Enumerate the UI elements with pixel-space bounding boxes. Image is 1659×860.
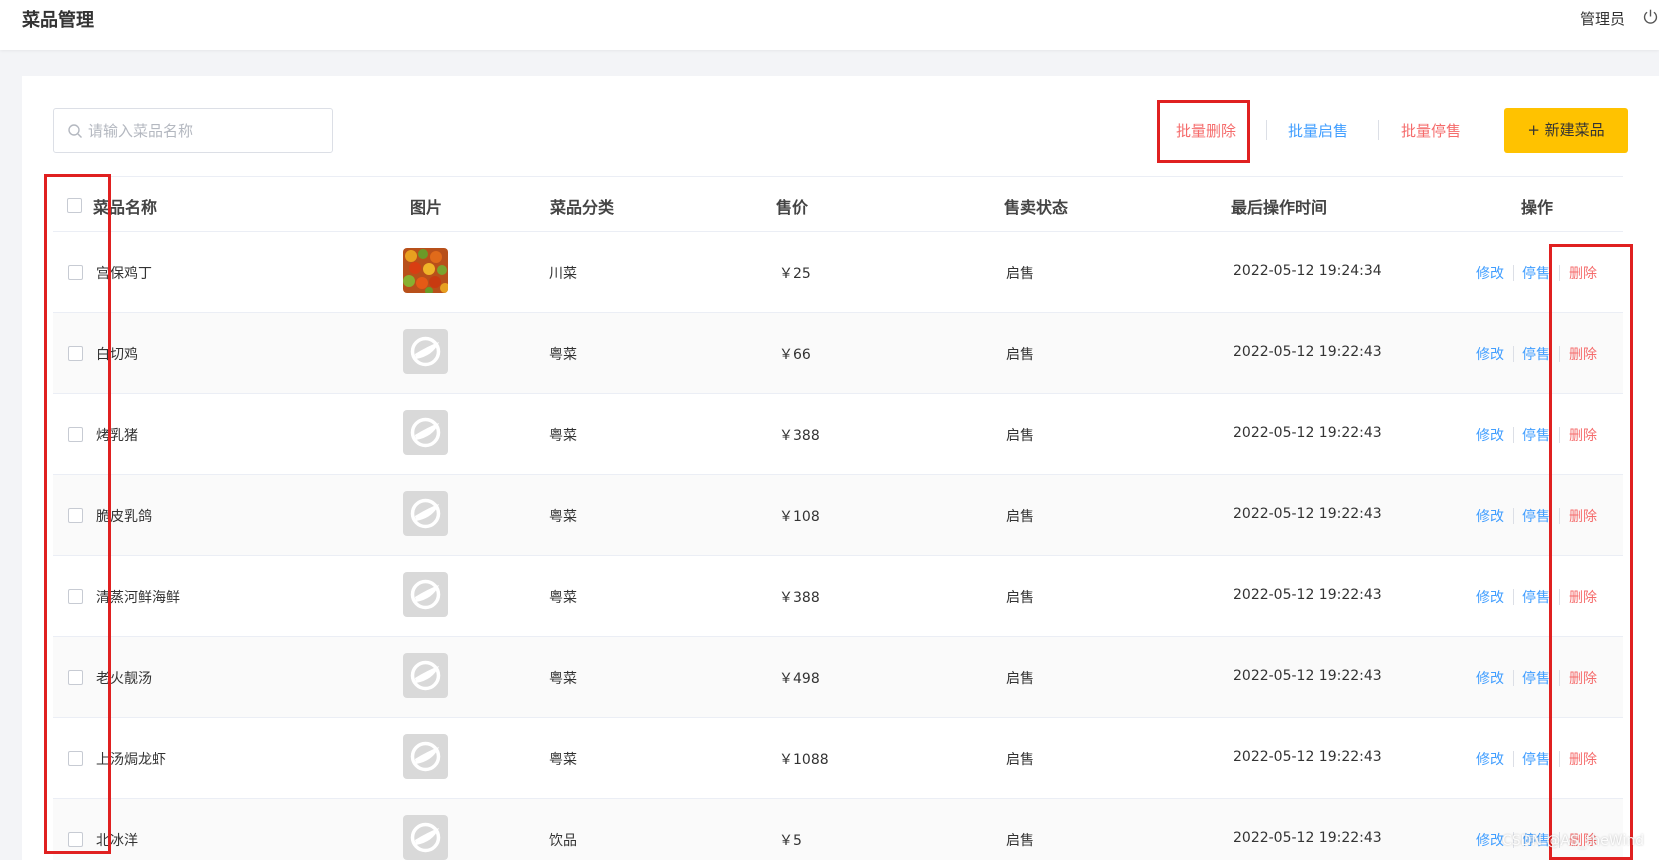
edit-link[interactable]: 修改 [1476, 263, 1504, 283]
annotation-box-delete-column [1549, 244, 1633, 860]
placeholder-logo-icon [403, 653, 448, 698]
dish-price: ￥25 [779, 266, 811, 282]
edit-link[interactable]: 修改 [1476, 344, 1504, 364]
toggle-sale-link[interactable]: 停售 [1522, 668, 1550, 688]
table-row: 北冰洋 饮品 ￥5 启售 2022-05-12 19:22:43 修改 停售 删… [53, 799, 1623, 860]
dish-updated-time: 2022-05-12 19:22:43 [1233, 587, 1382, 603]
dish-updated-time: 2022-05-12 19:22:43 [1233, 668, 1382, 684]
action-divider [1513, 346, 1514, 362]
toggle-sale-link[interactable]: 停售 [1522, 344, 1550, 364]
toggle-sale-link[interactable]: 停售 [1522, 749, 1550, 769]
edit-link[interactable]: 修改 [1476, 587, 1504, 607]
dish-price: ￥498 [779, 671, 820, 687]
dish-updated-time: 2022-05-12 19:22:43 [1233, 344, 1382, 360]
dish-status: 启售 [1006, 509, 1034, 525]
table-row: 宫保鸡丁 川菜 ￥25 启售 2022-05-12 19:24:34 修改 停售… [53, 232, 1623, 313]
edit-link[interactable]: 修改 [1476, 506, 1504, 526]
table-row: 老火靓汤 粤菜 ￥498 启售 2022-05-12 19:22:43 修改 停… [53, 637, 1623, 718]
table-row: 上汤焗龙虾 粤菜 ￥1088 启售 2022-05-12 19:22:43 修改… [53, 718, 1623, 799]
dish-category: 粤菜 [549, 509, 577, 525]
dish-price: ￥66 [779, 347, 811, 363]
column-header-category: 菜品分类 [550, 198, 615, 217]
dish-status: 启售 [1006, 833, 1034, 849]
new-dish-button[interactable]: + 新建菜品 [1504, 108, 1628, 153]
action-divider [1513, 589, 1514, 605]
edit-link[interactable]: 修改 [1476, 668, 1504, 688]
column-header-price: 售价 [776, 198, 809, 217]
dish-price: ￥1088 [779, 752, 829, 768]
placeholder-logo-icon [403, 815, 448, 860]
column-header-status: 售卖状态 [1004, 198, 1069, 217]
annotation-box-batch-delete [1157, 100, 1250, 163]
toggle-sale-link[interactable]: 停售 [1522, 587, 1550, 607]
dish-updated-time: 2022-05-12 19:24:34 [1233, 263, 1382, 279]
dish-status: 启售 [1006, 671, 1034, 687]
action-divider [1513, 508, 1514, 524]
top-bar: 菜品管理 管理员 [0, 0, 1659, 50]
search-input[interactable] [88, 113, 324, 149]
dish-category: 粤菜 [549, 590, 577, 606]
action-divider [1513, 670, 1514, 686]
placeholder-logo-icon [403, 572, 448, 617]
column-header-actions: 操作 [1521, 198, 1554, 217]
dish-price: ￥108 [779, 509, 820, 525]
table-row: 白切鸡 粤菜 ￥66 启售 2022-05-12 19:22:43 修改 停售 … [53, 313, 1623, 394]
placeholder-logo-icon [403, 410, 448, 455]
dish-category: 粤菜 [549, 671, 577, 687]
action-divider [1513, 427, 1514, 443]
column-header-updated: 最后操作时间 [1231, 198, 1328, 217]
toggle-sale-link[interactable]: 停售 [1522, 425, 1550, 445]
dish-updated-time: 2022-05-12 19:22:43 [1233, 830, 1382, 846]
table-row: 脆皮乳鸽 粤菜 ￥108 启售 2022-05-12 19:22:43 修改 停… [53, 475, 1623, 556]
dish-category: 川菜 [549, 266, 577, 282]
table-header: 菜品名称 图片 菜品分类 售价 售卖状态 最后操作时间 操作 [53, 176, 1623, 232]
dish-category: 饮品 [549, 833, 577, 849]
dish-updated-time: 2022-05-12 19:22:43 [1233, 506, 1382, 522]
toggle-sale-link[interactable]: 停售 [1522, 263, 1550, 283]
placeholder-logo-icon [403, 491, 448, 536]
dish-status: 启售 [1006, 590, 1034, 606]
dish-category: 粤菜 [549, 752, 577, 768]
search-box[interactable] [53, 108, 333, 153]
dish-status: 启售 [1006, 347, 1034, 363]
page-title: 菜品管理 [22, 10, 94, 31]
user-name[interactable]: 管理员 [1580, 8, 1625, 29]
action-divider [1513, 265, 1514, 281]
batch-enable-button[interactable]: 批量启售 [1288, 120, 1348, 141]
search-icon [68, 124, 82, 138]
action-divider [1513, 751, 1514, 767]
dish-updated-time: 2022-05-12 19:22:43 [1233, 425, 1382, 441]
dish-price: ￥5 [779, 833, 802, 849]
dish-updated-time: 2022-05-12 19:22:43 [1233, 749, 1382, 765]
dish-category: 粤菜 [549, 347, 577, 363]
dish-price: ￥388 [779, 590, 820, 606]
table-row: 清蒸河鲜海鲜 粤菜 ￥388 启售 2022-05-12 19:22:43 修改… [53, 556, 1623, 637]
batch-disable-button[interactable]: 批量停售 [1401, 120, 1461, 141]
edit-link[interactable]: 修改 [1476, 425, 1504, 445]
watermark: CSDN @AS_theWind [1502, 833, 1644, 849]
dish-status: 启售 [1006, 428, 1034, 444]
dish-image [403, 248, 448, 293]
dish-price: ￥388 [779, 428, 820, 444]
dish-status: 启售 [1006, 266, 1034, 282]
placeholder-logo-icon [403, 329, 448, 374]
dish-category: 粤菜 [549, 428, 577, 444]
edit-link[interactable]: 修改 [1476, 830, 1504, 850]
toolbar-divider [1378, 120, 1379, 140]
annotation-box-checkboxes [44, 174, 111, 854]
toolbar-divider [1266, 120, 1267, 140]
dish-status: 启售 [1006, 752, 1034, 768]
table-row: 烤乳猪 粤菜 ￥388 启售 2022-05-12 19:22:43 修改 停售… [53, 394, 1623, 475]
power-icon[interactable] [1642, 8, 1659, 25]
edit-link[interactable]: 修改 [1476, 749, 1504, 769]
column-header-image: 图片 [410, 198, 443, 217]
placeholder-logo-icon [403, 734, 448, 779]
toggle-sale-link[interactable]: 停售 [1522, 506, 1550, 526]
